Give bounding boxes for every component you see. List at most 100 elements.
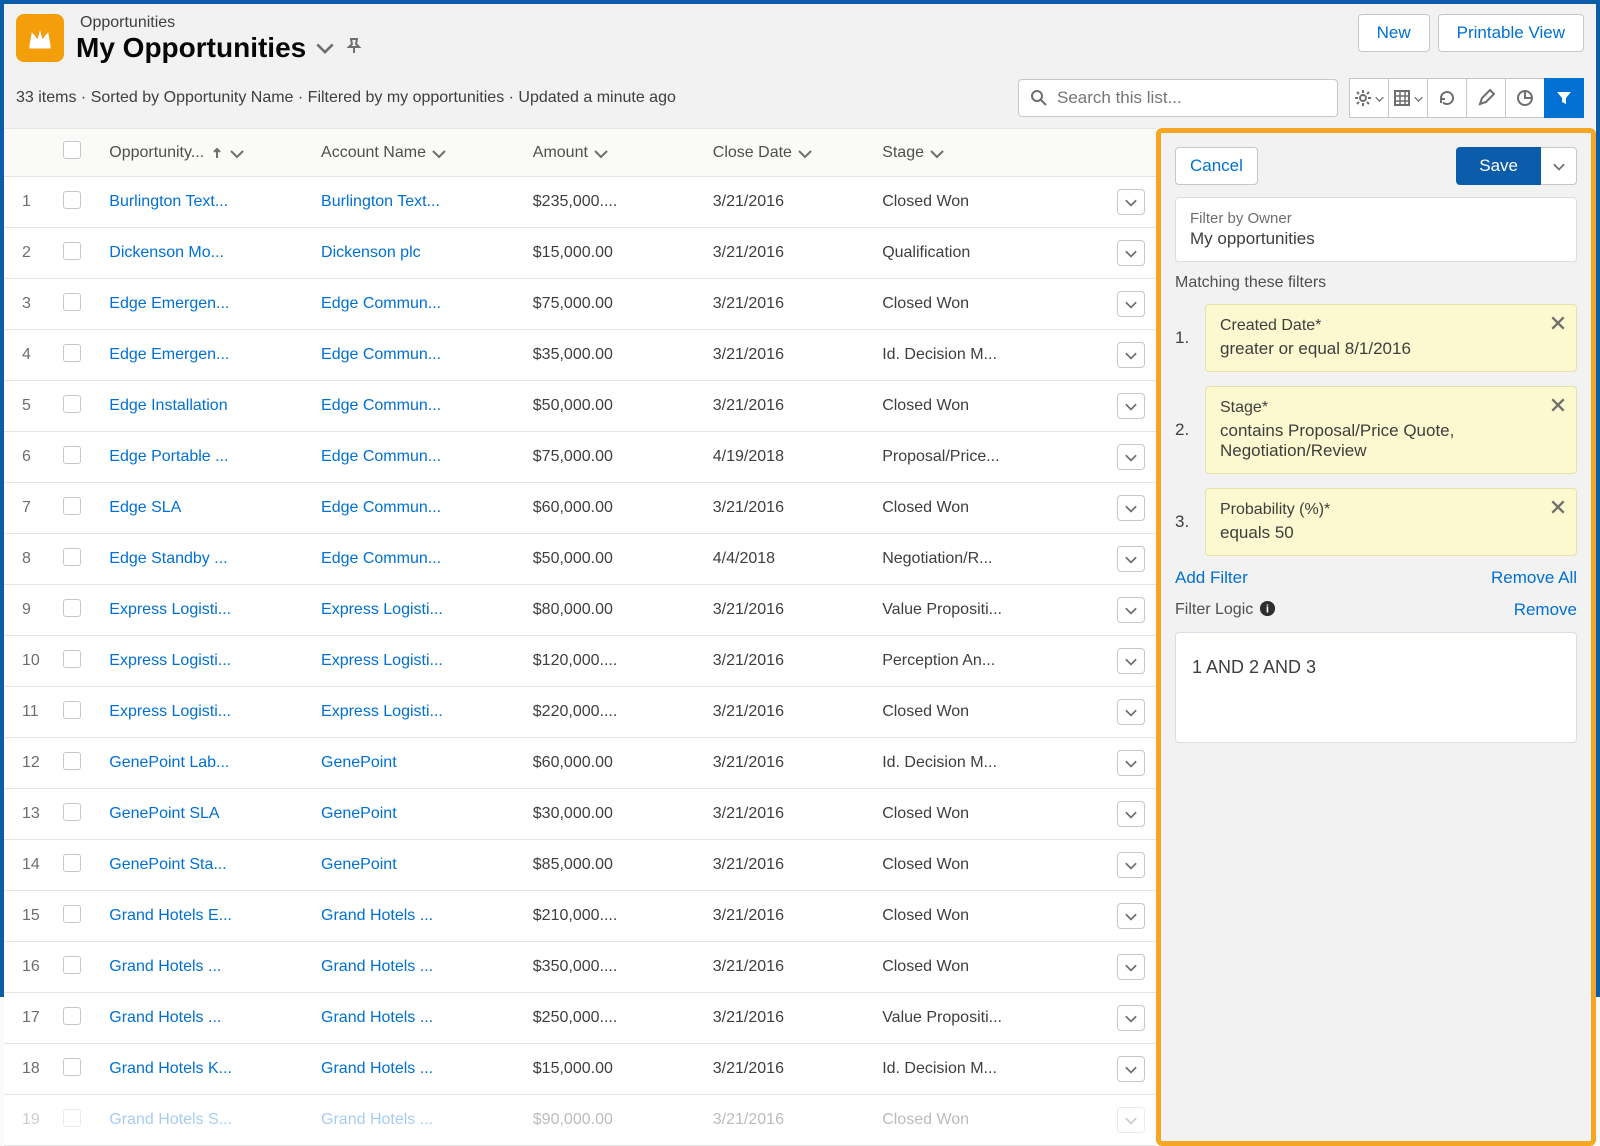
opportunity-link[interactable]: Express Logisti... — [109, 652, 231, 669]
account-link[interactable]: Edge Commun... — [321, 448, 441, 465]
column-header-account[interactable]: Account Name — [311, 129, 523, 177]
opportunity-link[interactable]: Grand Hotels ... — [109, 958, 221, 975]
filter-by-owner-card[interactable]: Filter by Owner My opportunities — [1175, 197, 1577, 262]
row-actions-button[interactable] — [1117, 189, 1145, 215]
account-link[interactable]: Grand Hotels ... — [321, 1009, 433, 1026]
row-actions-button[interactable] — [1117, 240, 1145, 266]
filter-card[interactable]: Created Date*greater or equal 8/1/2016 — [1205, 304, 1577, 372]
new-button[interactable]: New — [1358, 14, 1430, 52]
row-checkbox[interactable] — [63, 191, 81, 209]
filter-button[interactable] — [1544, 78, 1584, 118]
row-checkbox[interactable] — [63, 854, 81, 872]
opportunity-link[interactable]: Edge Emergen... — [109, 346, 229, 363]
chart-button[interactable] — [1505, 78, 1545, 118]
account-link[interactable]: GenePoint — [321, 754, 397, 771]
printable-view-button[interactable]: Printable View — [1438, 14, 1584, 52]
row-checkbox[interactable] — [63, 344, 81, 362]
account-link[interactable]: Edge Commun... — [321, 295, 441, 312]
row-checkbox[interactable] — [63, 395, 81, 413]
column-header-close-date[interactable]: Close Date — [703, 129, 872, 177]
opportunity-link[interactable]: Edge Standby ... — [109, 550, 227, 567]
cancel-button[interactable]: Cancel — [1175, 147, 1258, 185]
save-menu-button[interactable] — [1541, 147, 1577, 185]
row-checkbox[interactable] — [63, 1058, 81, 1076]
account-link[interactable]: Express Logisti... — [321, 703, 443, 720]
account-link[interactable]: Express Logisti... — [321, 601, 443, 618]
opportunity-link[interactable]: Edge Portable ... — [109, 448, 228, 465]
remove-all-link[interactable]: Remove All — [1491, 568, 1577, 588]
pin-icon[interactable] — [344, 37, 364, 60]
opportunity-link[interactable]: GenePoint Lab... — [109, 754, 229, 771]
row-actions-button[interactable] — [1117, 393, 1145, 419]
row-actions-button[interactable] — [1117, 801, 1145, 827]
remove-filter-icon[interactable] — [1550, 499, 1566, 518]
row-actions-button[interactable] — [1117, 699, 1145, 725]
info-icon[interactable] — [1259, 600, 1276, 620]
list-view-picker-icon[interactable] — [316, 40, 334, 57]
refresh-button[interactable] — [1427, 78, 1467, 118]
column-header-opportunity[interactable]: Opportunity... — [99, 129, 311, 177]
opportunity-link[interactable]: Grand Hotels ... — [109, 1009, 221, 1026]
filter-card[interactable]: Stage*contains Proposal/Price Quote, Neg… — [1205, 386, 1577, 474]
row-actions-button[interactable] — [1117, 1056, 1145, 1082]
row-checkbox[interactable] — [63, 293, 81, 311]
account-link[interactable]: Dickenson plc — [321, 244, 421, 261]
row-checkbox[interactable] — [63, 956, 81, 974]
remove-filter-icon[interactable] — [1550, 397, 1566, 416]
row-actions-button[interactable] — [1117, 648, 1145, 674]
row-checkbox[interactable] — [63, 242, 81, 260]
add-filter-link[interactable]: Add Filter — [1175, 568, 1248, 588]
row-actions-button[interactable] — [1117, 852, 1145, 878]
opportunity-link[interactable]: Burlington Text... — [109, 193, 228, 210]
opportunity-link[interactable]: Edge Emergen... — [109, 295, 229, 312]
row-actions-button[interactable] — [1117, 1005, 1145, 1031]
opportunity-link[interactable]: Edge SLA — [109, 499, 181, 516]
opportunity-link[interactable]: Express Logisti... — [109, 703, 231, 720]
row-checkbox[interactable] — [63, 446, 81, 464]
row-actions-button[interactable] — [1117, 1107, 1145, 1133]
opportunity-link[interactable]: Grand Hotels E... — [109, 907, 232, 924]
account-link[interactable]: Burlington Text... — [321, 193, 440, 210]
filter-logic-input[interactable]: 1 AND 2 AND 3 — [1175, 632, 1577, 743]
row-checkbox[interactable] — [63, 497, 81, 515]
row-actions-button[interactable] — [1117, 444, 1145, 470]
opportunity-link[interactable]: Dickenson Mo... — [109, 244, 224, 261]
row-checkbox[interactable] — [63, 803, 81, 821]
list-settings-button[interactable] — [1349, 78, 1389, 118]
row-actions-button[interactable] — [1117, 750, 1145, 776]
filter-card[interactable]: Probability (%)*equals 50 — [1205, 488, 1577, 556]
row-actions-button[interactable] — [1117, 342, 1145, 368]
search-input[interactable] — [1018, 79, 1338, 117]
opportunity-link[interactable]: Grand Hotels S... — [109, 1111, 232, 1128]
row-checkbox[interactable] — [63, 1007, 81, 1025]
save-button[interactable]: Save — [1456, 147, 1541, 185]
account-link[interactable]: Grand Hotels ... — [321, 1111, 433, 1128]
row-checkbox[interactable] — [63, 701, 81, 719]
select-all-checkbox[interactable] — [63, 141, 81, 159]
row-actions-button[interactable] — [1117, 903, 1145, 929]
account-link[interactable]: Grand Hotels ... — [321, 958, 433, 975]
account-link[interactable]: Edge Commun... — [321, 550, 441, 567]
row-checkbox[interactable] — [63, 905, 81, 923]
row-actions-button[interactable] — [1117, 291, 1145, 317]
opportunity-link[interactable]: Grand Hotels K... — [109, 1060, 232, 1077]
row-actions-button[interactable] — [1117, 546, 1145, 572]
row-checkbox[interactable] — [63, 650, 81, 668]
opportunity-link[interactable]: Edge Installation — [109, 397, 227, 414]
edit-list-button[interactable] — [1466, 78, 1506, 118]
account-link[interactable]: Express Logisti... — [321, 652, 443, 669]
account-link[interactable]: Grand Hotels ... — [321, 1060, 433, 1077]
account-link[interactable]: GenePoint — [321, 805, 397, 822]
row-actions-button[interactable] — [1117, 495, 1145, 521]
display-as-button[interactable] — [1388, 78, 1428, 118]
column-header-stage[interactable]: Stage — [872, 129, 1105, 177]
remove-filter-icon[interactable] — [1550, 315, 1566, 334]
account-link[interactable]: Edge Commun... — [321, 397, 441, 414]
column-header-amount[interactable]: Amount — [523, 129, 703, 177]
row-actions-button[interactable] — [1117, 954, 1145, 980]
remove-logic-link[interactable]: Remove — [1514, 600, 1577, 620]
opportunity-link[interactable]: GenePoint Sta... — [109, 856, 226, 873]
row-actions-button[interactable] — [1117, 597, 1145, 623]
account-link[interactable]: Grand Hotels ... — [321, 907, 433, 924]
account-link[interactable]: Edge Commun... — [321, 346, 441, 363]
